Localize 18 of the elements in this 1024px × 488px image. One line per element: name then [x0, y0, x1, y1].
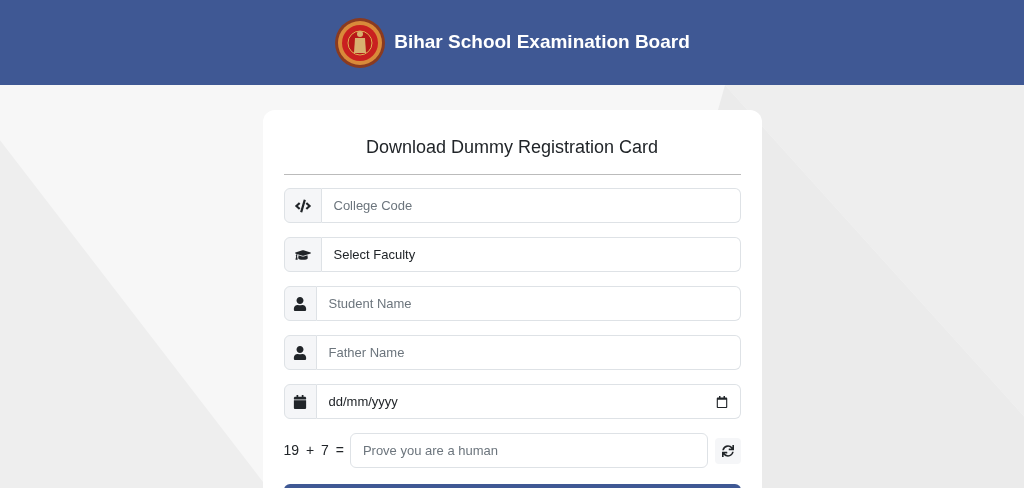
form-title: Download Dummy Registration Card: [364, 136, 660, 159]
calendar-icon[interactable]: [715, 395, 728, 408]
refresh-button[interactable]: [714, 437, 741, 464]
user-icon: [293, 345, 307, 360]
date-field[interactable]: dd/mm/yyyy: [316, 384, 741, 419]
emblem-logo: [334, 16, 387, 69]
header-title: Bihar School Examination Board: [394, 30, 690, 55]
input-field[interactable]: College Code: [321, 188, 741, 223]
input-field[interactable]: Father Name: [316, 335, 741, 370]
calendar-icon: [293, 394, 307, 409]
code-icon: [294, 197, 311, 214]
captcha-question: 19 + 7 =: [283, 441, 344, 460]
captcha-field[interactable]: Prove you are a human: [349, 433, 708, 468]
user-icon: [293, 296, 307, 311]
refresh-icon: [721, 444, 734, 457]
date-value: dd/mm/yyyy: [328, 392, 398, 411]
faculty-select[interactable]: Select Faculty: [321, 237, 741, 272]
input-field[interactable]: Student Name: [316, 286, 741, 321]
